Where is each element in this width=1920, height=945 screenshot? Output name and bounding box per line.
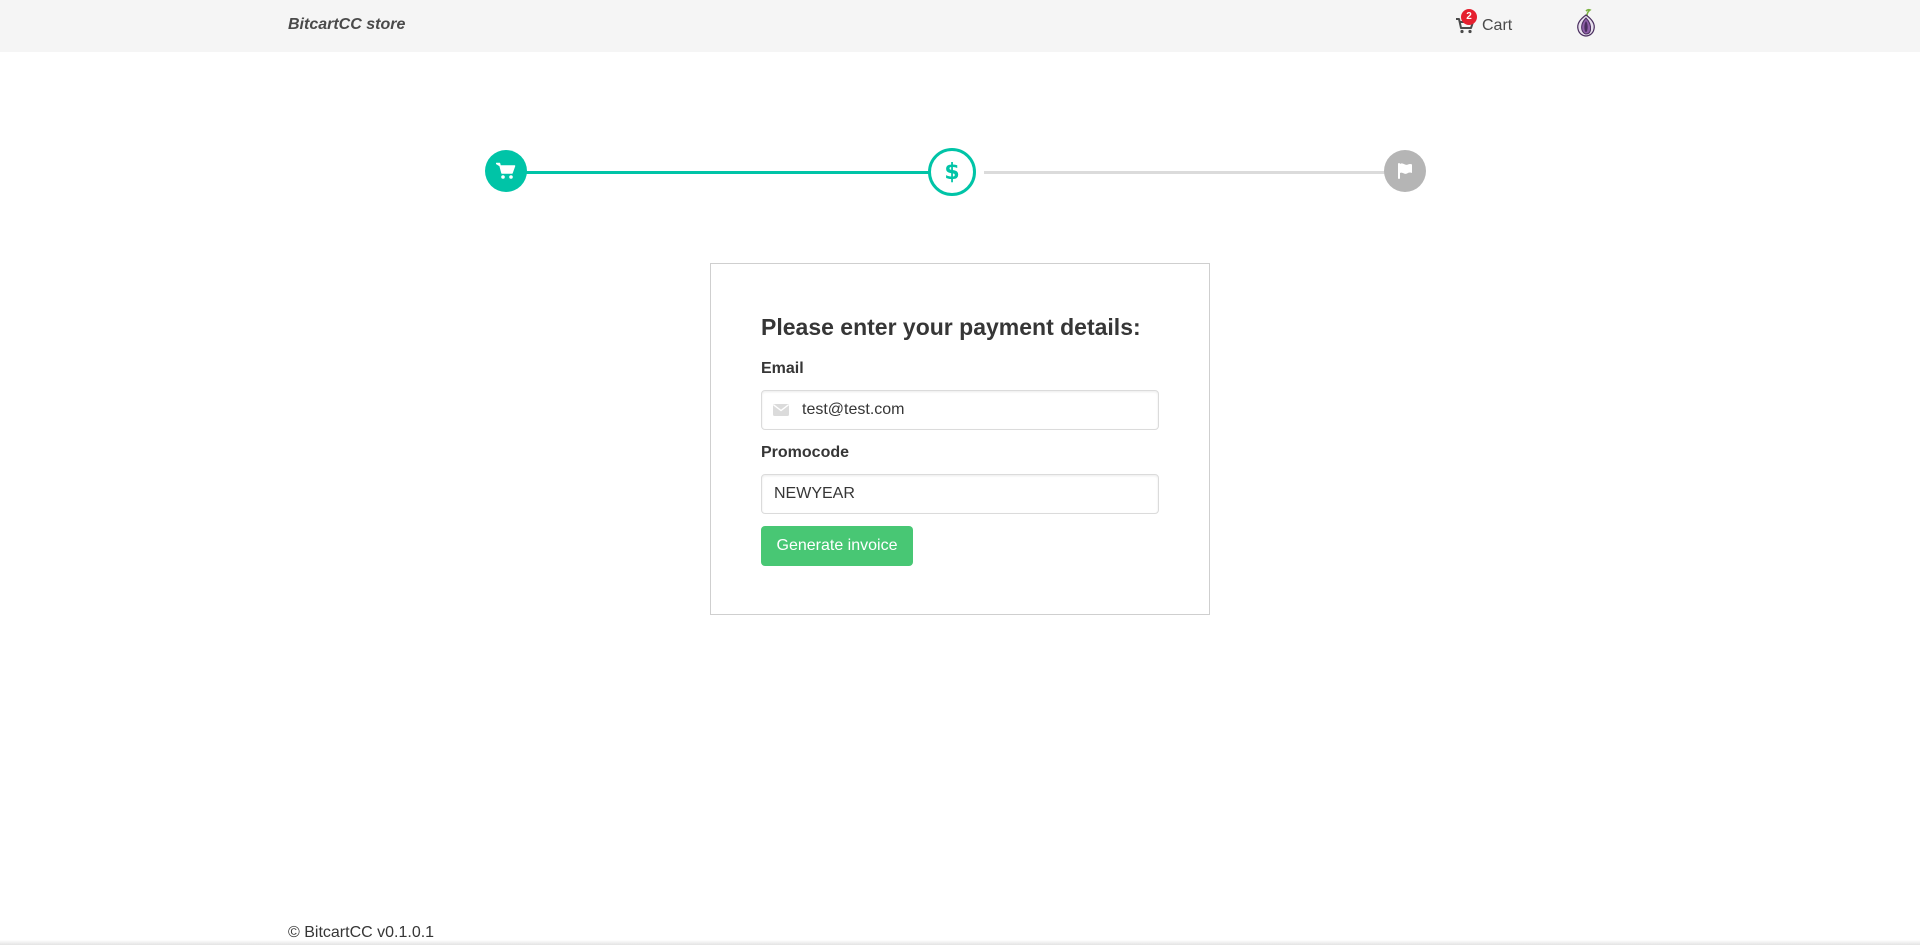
store-brand[interactable]: BitcartCC store (288, 0, 405, 52)
flag-icon (1398, 163, 1412, 179)
payment-card: Please enter your payment details: Email… (710, 263, 1210, 615)
generate-invoice-button[interactable]: Generate invoice (761, 526, 913, 566)
navbar: BitcartCC store 2 Cart (0, 0, 1920, 52)
step-payment[interactable]: $ (928, 148, 976, 196)
step-connector-completed (524, 171, 942, 174)
promocode-field[interactable] (761, 474, 1159, 514)
payment-title: Please enter your payment details: (761, 314, 1141, 340)
promocode-label: Promocode (761, 444, 850, 461)
tor-onion-icon[interactable] (1574, 8, 1598, 38)
cart-link[interactable]: 2 Cart (1456, 0, 1512, 52)
checkout-steps: $ (484, 148, 1428, 196)
bottom-edge (0, 940, 1920, 945)
email-field[interactable] (761, 390, 1159, 430)
step-cart[interactable] (485, 150, 527, 192)
cart-icon (496, 162, 516, 179)
email-label: Email (761, 360, 804, 377)
step-connector-pending (984, 171, 1388, 174)
dollar-icon: $ (944, 159, 960, 185)
cart-label: Cart (1482, 17, 1513, 34)
cart-count-badge: 2 (1461, 9, 1477, 25)
step-finish[interactable] (1384, 150, 1426, 192)
envelope-icon (773, 404, 789, 416)
cart-icon: 2 (1456, 9, 1477, 36)
